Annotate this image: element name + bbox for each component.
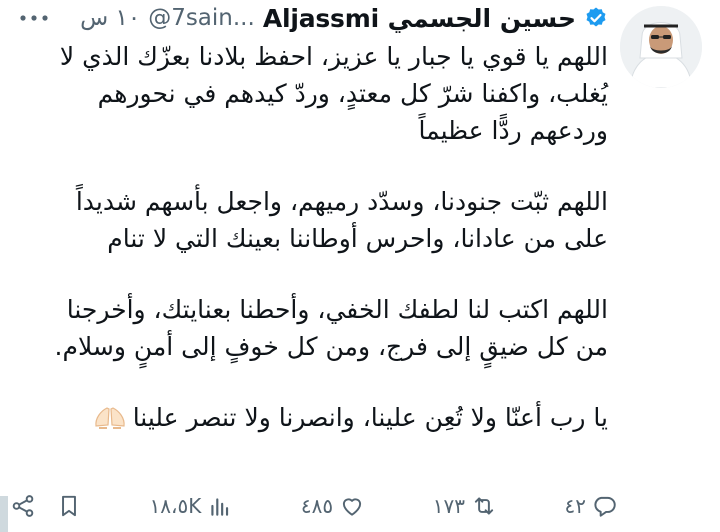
like-button[interactable]: ٤٨٥ [301, 493, 365, 519]
reply-button[interactable]: ٤٢ [565, 493, 618, 519]
repost-icon [474, 497, 494, 515]
more-options-icon[interactable] [16, 4, 52, 32]
author-name[interactable]: حسين الجسمي Aljassmi [263, 4, 576, 33]
views-button[interactable]: ١٨،٥K [150, 493, 234, 519]
post-paragraph-3: اللهم اكتب لنا لطفك الخفي، وأحطنا بعنايت… [54, 295, 608, 361]
post-actions: ٤٢ ١٧٣ ٤٨٥ ١٨،٥K [10, 486, 618, 526]
post-paragraph-1: اللهم يا قوي يا جبار يا عزيز، احفظ بلادن… [59, 42, 608, 145]
post-paragraph-4: يا رب أعنّا ولا تُعِن علينا، وانصرنا ولا… [8, 399, 608, 440]
views-count: ١٨،٥K [149, 494, 202, 518]
post-body: اللهم يا قوي يا جبار يا عزيز، احفظ بلادن… [8, 38, 608, 440]
tweet: حسين الجسمي Aljassmi @7sain... ١٠ س الله… [0, 0, 720, 532]
repost-button[interactable]: ١٧٣ [433, 493, 497, 519]
analytics-icon [211, 498, 229, 516]
like-count: ٤٨٥ [300, 494, 334, 518]
share-icon [12, 495, 34, 517]
post-header: حسين الجسمي Aljassmi @7sain... ١٠ س [8, 0, 608, 36]
repost-count: ١٧٣ [432, 494, 465, 518]
post-time[interactable]: ١٠ س [80, 5, 140, 31]
post-paragraph-2: اللهم ثبّت جنودنا، وسدّد رميهم، واجعل بأ… [75, 187, 608, 253]
heart-icon [343, 498, 362, 516]
author-handle[interactable]: @7sain... [148, 5, 255, 31]
bookmark-button[interactable] [56, 493, 82, 519]
bookmark-icon [62, 495, 76, 517]
praying-hands-emoji-icon [93, 402, 127, 440]
scroll-edge-indicator [0, 496, 8, 532]
reply-icon [594, 496, 616, 517]
reply-count: ٤٢ [564, 494, 586, 518]
post-paragraph-4-text: يا رب أعنّا ولا تُعِن علينا، وانصرنا ولا… [132, 403, 608, 432]
avatar[interactable] [620, 6, 702, 88]
share-button[interactable] [10, 493, 36, 519]
secondary-actions [10, 493, 82, 519]
verified-badge-icon [584, 6, 608, 30]
